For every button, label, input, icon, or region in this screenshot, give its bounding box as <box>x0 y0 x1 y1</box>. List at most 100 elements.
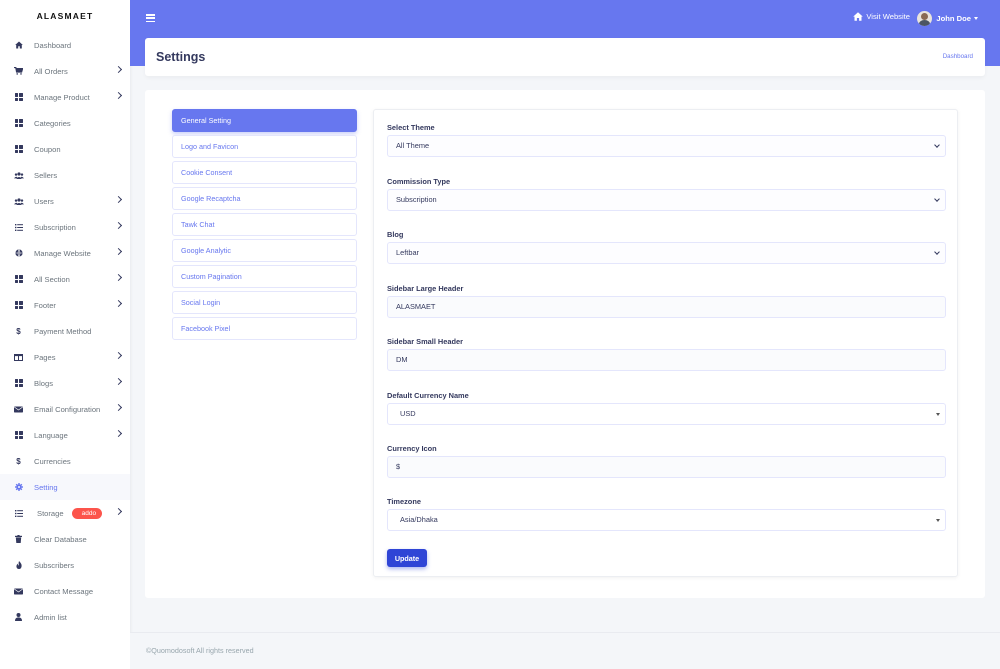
sidebar-menu: Dashboard All Orders Manage Product Cate… <box>0 32 130 630</box>
sidebar-item-all-orders[interactable]: All Orders <box>0 58 130 84</box>
sidebar-item-label: Contact Message <box>34 586 94 596</box>
sidebar-item-categories[interactable]: Categories <box>0 110 130 136</box>
sidebar-item-label: Email Configuration <box>34 404 101 414</box>
sidebar-large-header-input[interactable]: ALASMAET <box>387 296 946 318</box>
grid-icon <box>13 274 24 285</box>
sidebar-item-manage-website[interactable]: Manage Website <box>0 240 130 266</box>
tab-facebook-pixel[interactable]: Facebook Pixel <box>172 317 357 340</box>
tab-tawk-chat[interactable]: Tawk Chat <box>172 213 357 236</box>
currency-icon-label: Currency Icon <box>387 444 437 453</box>
update-button[interactable]: Update <box>387 549 427 567</box>
chevron-right-icon <box>114 299 123 308</box>
menu-toggle-icon[interactable] <box>146 14 155 22</box>
blog-select[interactable]: Leftbar <box>387 242 946 264</box>
sidebar-item-label: Manage Website <box>34 248 91 258</box>
grid-icon <box>13 378 24 389</box>
tab-general-setting[interactable]: General Setting <box>172 109 357 132</box>
sidebar-item-subscribers[interactable]: Subscribers <box>0 552 130 578</box>
sidebar-item-email-configuration[interactable]: Email Configuration <box>0 396 130 422</box>
chevron-right-icon <box>114 91 123 100</box>
sidebar-item-clear-database[interactable]: Clear Database <box>0 526 130 552</box>
commission-group: Commission Type Subscription <box>387 177 946 211</box>
sidebar-item-label: Coupon <box>34 144 61 154</box>
chevron-right-icon <box>114 273 123 282</box>
page-title: Settings <box>156 50 206 64</box>
sidebar-item-subscription[interactable]: Subscription <box>0 214 130 240</box>
sidebar-item-payment-method[interactable]: $ Payment Method <box>0 318 130 344</box>
visit-website-link[interactable]: Visit Website <box>853 12 910 21</box>
sidebar-item-label: Currencies <box>34 456 71 466</box>
sidebar-item-label: Categories <box>34 118 71 128</box>
sidebar-item-label: Subscribers <box>34 560 75 570</box>
dollar-icon: $ <box>16 456 21 466</box>
sidebar-item-language[interactable]: Language <box>0 422 130 448</box>
visit-website-label: Visit Website <box>866 12 910 21</box>
currency-icon-group: Currency Icon $ <box>387 444 946 478</box>
chevron-right-icon <box>114 507 123 516</box>
sidebar-item-pages[interactable]: Pages <box>0 344 130 370</box>
tab-cookie-consent[interactable]: Cookie Consent <box>172 161 357 184</box>
grid-icon <box>13 144 24 155</box>
avatar <box>917 11 933 26</box>
list-icon <box>13 508 24 519</box>
sidebar-item-sellers[interactable]: Sellers <box>0 162 130 188</box>
chevron-right-icon <box>114 195 123 204</box>
envelope-icon <box>13 586 24 597</box>
chevron-right-icon <box>114 429 123 438</box>
user-dropdown[interactable]: John Doe <box>917 11 978 26</box>
sidebar-item-setting[interactable]: Setting <box>0 474 130 500</box>
grid-icon <box>13 118 24 129</box>
commission-type-select[interactable]: Subscription <box>387 189 946 211</box>
caret-down-icon <box>936 413 940 416</box>
chevron-right-icon <box>114 351 123 360</box>
currency-name-label: Default Currency Name <box>387 391 469 400</box>
currency-name-select[interactable]: USD <box>387 403 946 425</box>
chevron-down-icon <box>934 249 940 255</box>
tab-google-analytic[interactable]: Google Analytic <box>172 239 357 262</box>
sidebar-item-blogs[interactable]: Blogs <box>0 370 130 396</box>
grid-icon <box>13 92 24 103</box>
blog-group: Blog Leftbar <box>387 230 946 264</box>
tab-social-login[interactable]: Social Login <box>172 291 357 314</box>
sidebar-item-storage[interactable]: Storage addo <box>0 500 130 526</box>
sidebar-item-label: All Orders <box>34 66 68 76</box>
caret-down-icon <box>936 519 940 522</box>
sidebar-item-currencies[interactable]: $ Currencies <box>0 448 130 474</box>
sidebar-item-all-section[interactable]: All Section <box>0 266 130 292</box>
brand-logo[interactable]: ALASMAET <box>0 0 130 32</box>
sidebar-item-admin-list[interactable]: Admin list <box>0 604 130 630</box>
sidebar-item-label: Storage <box>37 508 64 518</box>
currency-icon-input[interactable]: $ <box>387 456 946 478</box>
blog-select-value: Leftbar <box>396 248 420 257</box>
timezone-select[interactable]: Asia/Dhaka <box>387 509 946 531</box>
sidebar-item-contact-message[interactable]: Contact Message <box>0 578 130 604</box>
sidebar-item-dashboard[interactable]: Dashboard <box>0 32 130 58</box>
small-header-label: Sidebar Small Header <box>387 337 463 346</box>
sidebar-item-users[interactable]: Users <box>0 188 130 214</box>
chevron-right-icon <box>114 247 123 256</box>
list-icon <box>13 222 24 233</box>
sidebar-item-coupon[interactable]: Coupon <box>0 136 130 162</box>
sidebar-item-footer[interactable]: Footer <box>0 292 130 318</box>
tab-logo-and-favicon[interactable]: Logo and Favicon <box>172 135 357 158</box>
settings-tabs: General Setting Logo and Favicon Cookie … <box>172 109 357 343</box>
sidebar-item-manage-product[interactable]: Manage Product <box>0 84 130 110</box>
home-icon <box>13 40 24 51</box>
sidebar-item-label: Subscription <box>34 222 76 232</box>
sidebar-item-label: Setting <box>34 482 58 492</box>
large-header-group: Sidebar Large Header ALASMAET <box>387 284 946 318</box>
sidebar-item-label: Sellers <box>34 170 58 180</box>
chevron-right-icon <box>114 403 123 412</box>
grid-icon <box>13 300 24 311</box>
sidebar-small-header-input[interactable]: DM <box>387 349 946 371</box>
gear-icon <box>13 482 24 493</box>
chevron-down-icon <box>934 196 940 202</box>
tab-custom-pagination[interactable]: Custom Pagination <box>172 265 357 288</box>
tab-google-recaptcha[interactable]: Google Recaptcha <box>172 187 357 210</box>
sidebar-item-label: Pages <box>34 352 56 362</box>
theme-select[interactable]: All Theme <box>387 135 946 157</box>
breadcrumb-dashboard[interactable]: Dashboard <box>943 53 973 60</box>
fire-icon <box>13 560 24 571</box>
sidebar-item-label: Payment Method <box>34 326 92 336</box>
sidebar: ALASMAET Dashboard All Orders Manage Pro… <box>0 0 130 669</box>
